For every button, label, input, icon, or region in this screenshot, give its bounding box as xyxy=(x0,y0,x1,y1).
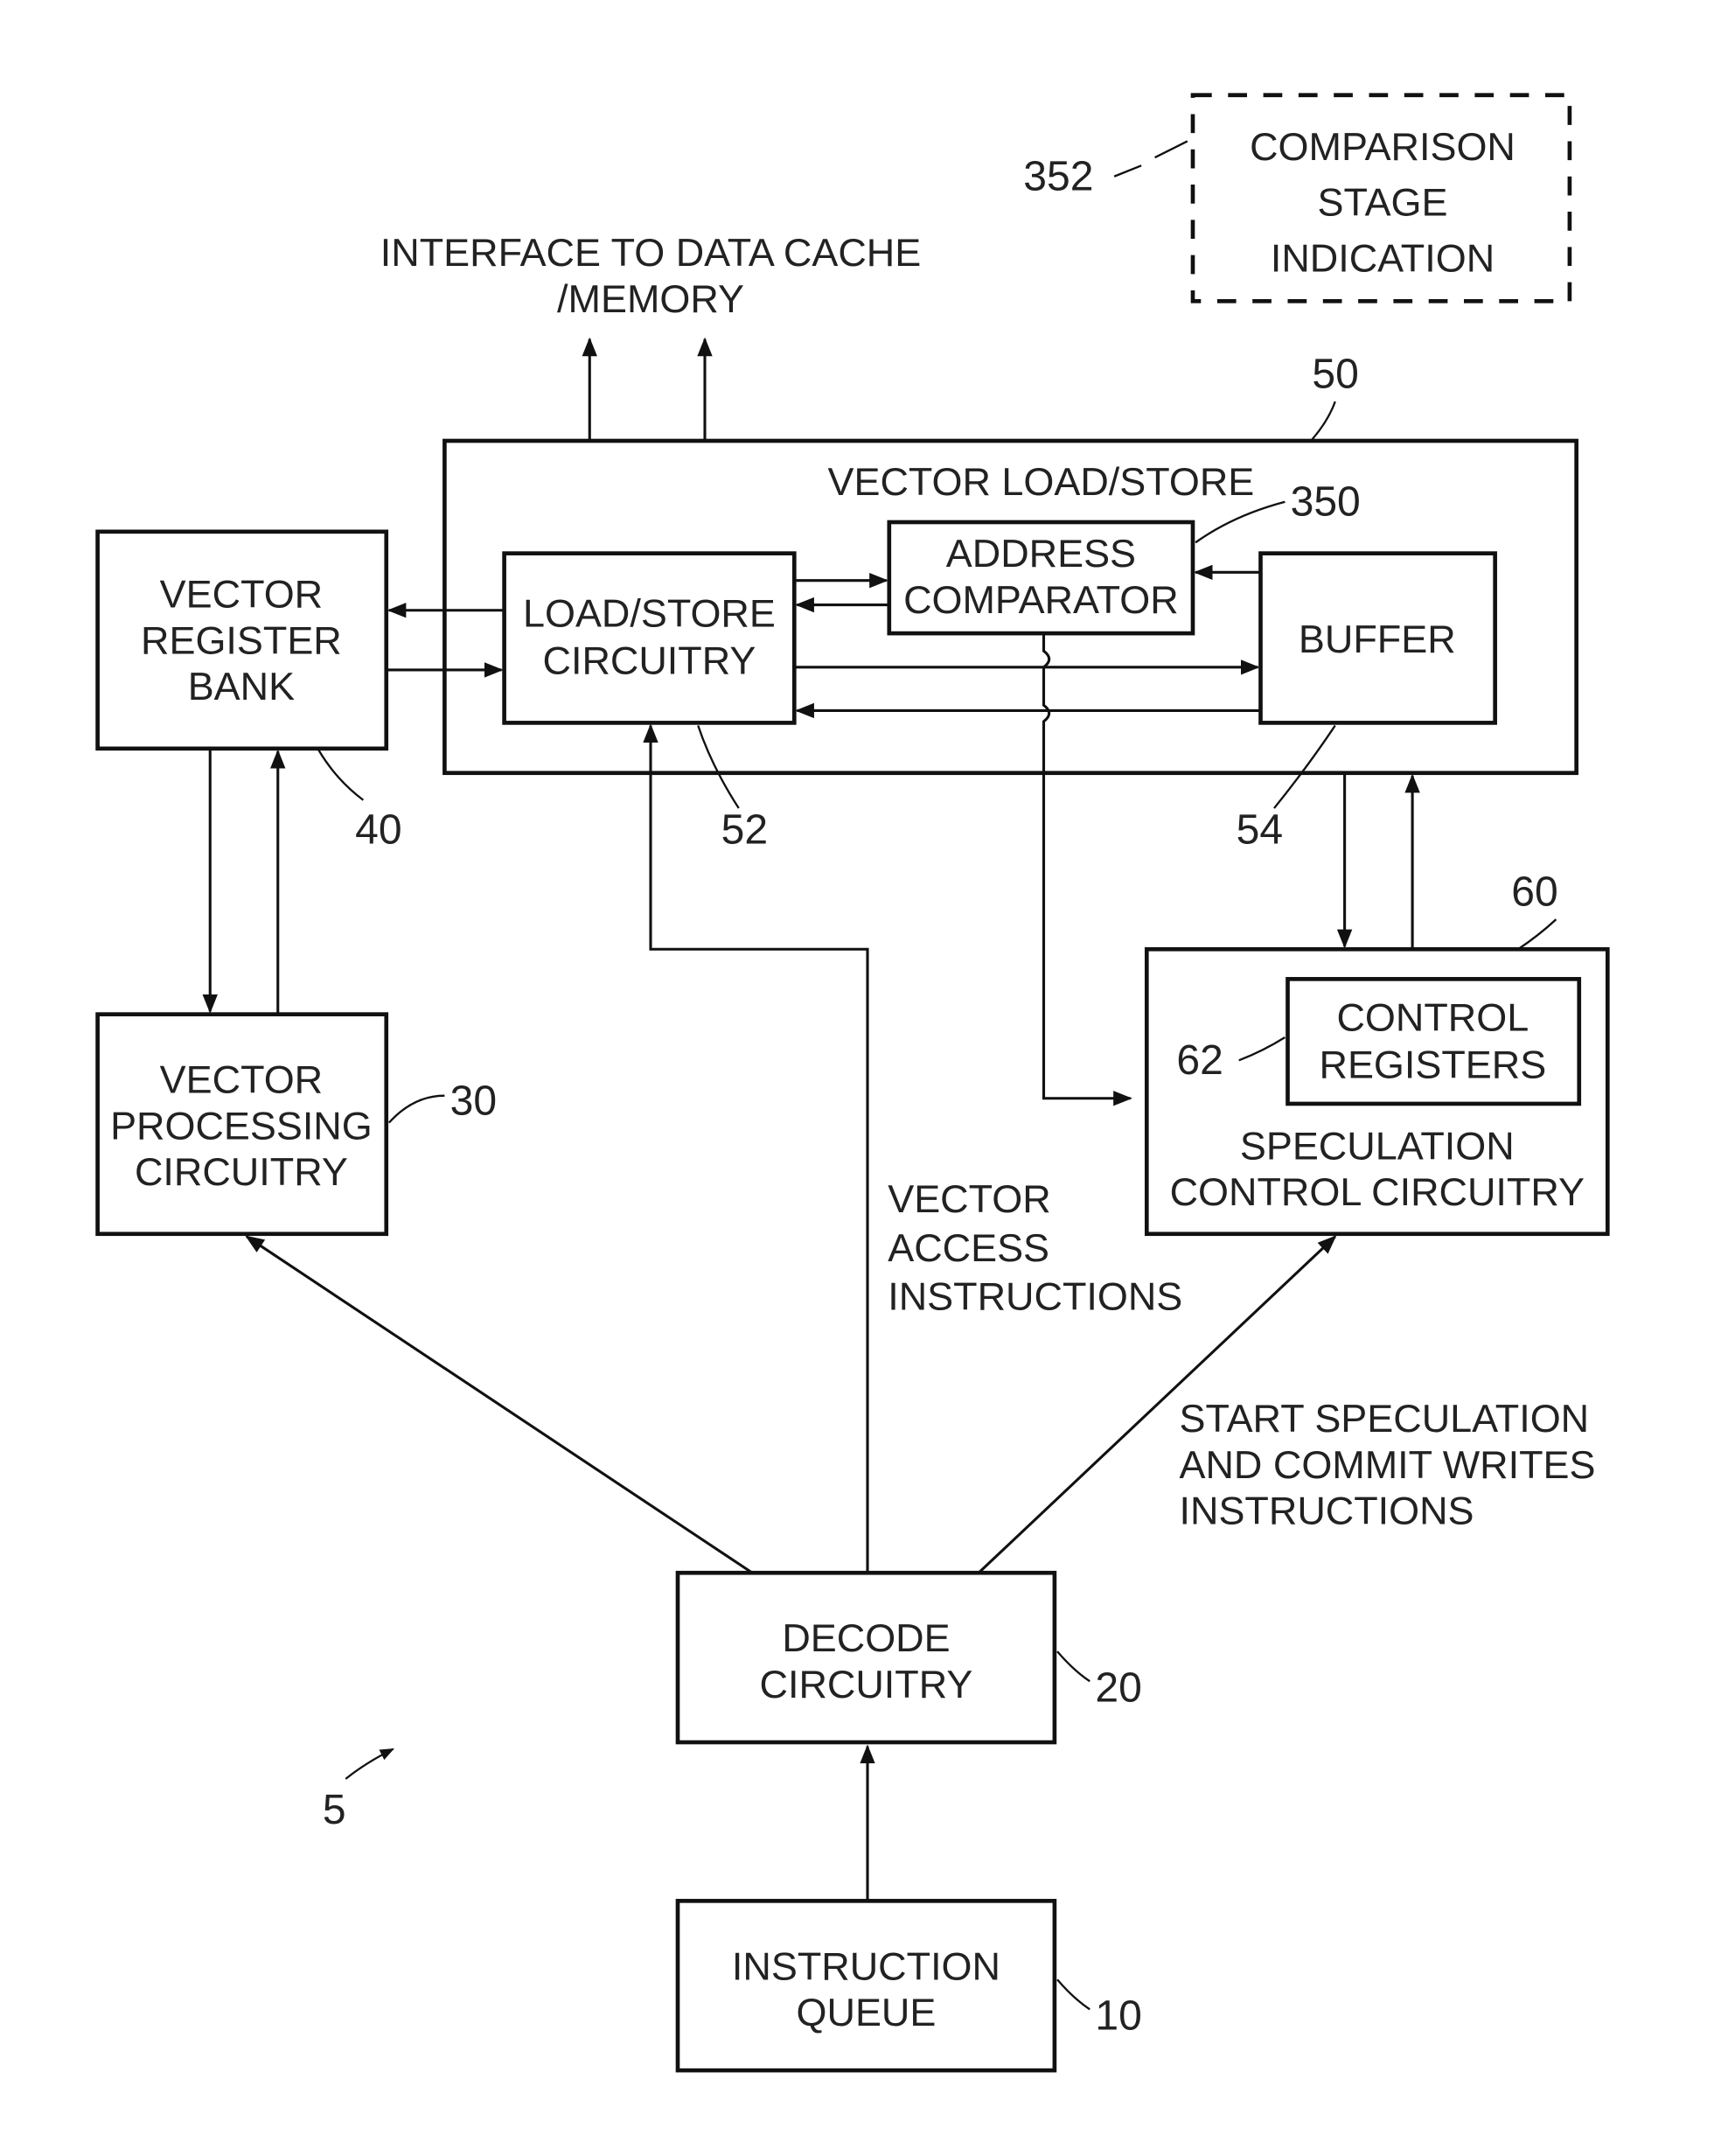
ref-54: 54 xyxy=(1237,806,1283,853)
decode-circuitry: DECODE CIRCUITRY xyxy=(675,1570,1057,1745)
speculation-control-line-1: SPECULATION xyxy=(1240,1124,1515,1169)
instruction-queue: INSTRUCTION QUEUE xyxy=(675,1899,1057,2073)
vector-processing-circuitry: VECTOR PROCESSING CIRCUITRY xyxy=(95,1012,389,1237)
vector-access-line-2: ACCESS xyxy=(888,1225,1049,1270)
ref-30-leader xyxy=(387,1094,445,1124)
interface-label-line-1: INTERFACE TO DATA CACHE xyxy=(380,230,921,275)
comparison-stage-line-1: COMPARISON xyxy=(1250,124,1516,169)
ref-40: 40 xyxy=(355,806,401,853)
interface-label-line-2: /MEMORY xyxy=(557,276,744,321)
address-comparator-line-2: COMPARATOR xyxy=(903,577,1179,622)
decode-line-1: DECODE xyxy=(782,1615,950,1660)
ref-5: 5 xyxy=(323,1787,346,1833)
vector-access-line-1: VECTOR xyxy=(888,1176,1050,1221)
comparison-stage-line-3: INDICATION xyxy=(1271,235,1495,280)
buffer-label: BUFFER xyxy=(1299,617,1456,661)
decode-line-2: CIRCUITRY xyxy=(760,1662,973,1706)
ref-52: 52 xyxy=(721,806,768,853)
start-speculation-line-2: AND COMMIT WRITES xyxy=(1180,1442,1596,1487)
vector-access-line-3: INSTRUCTIONS xyxy=(888,1274,1182,1319)
instruction-queue-line-2: QUEUE xyxy=(797,1990,937,2034)
load-store-line-2: CIRCUITRY xyxy=(543,638,756,683)
vector-load-store-title: VECTOR LOAD/STORE xyxy=(828,459,1255,504)
address-comparator-line-1: ADDRESS xyxy=(946,531,1136,576)
ref-10: 10 xyxy=(1095,1993,1141,2040)
ref-20-leader xyxy=(1056,1650,1090,1683)
buffer: BUFFER xyxy=(1258,551,1497,725)
vector-register-bank-line-3: BANK xyxy=(188,664,295,708)
ref-60: 60 xyxy=(1511,869,1557,916)
control-registers: CONTROL REGISTERS xyxy=(1286,977,1582,1106)
ref-10-leader xyxy=(1056,1978,1090,2011)
vector-processing-line-1: VECTOR xyxy=(160,1057,323,1102)
instruction-queue-line-1: INSTRUCTION xyxy=(732,1943,1000,1988)
ref-62: 62 xyxy=(1176,1037,1223,1084)
block-diagram: COMPARISON STAGE INDICATION 352 INTERFAC… xyxy=(95,93,1610,2073)
address-comparator: ADDRESS COMPARATOR xyxy=(887,520,1195,636)
ref-50-leader xyxy=(1311,401,1336,441)
vector-processing-line-2: PROCESSING xyxy=(110,1103,373,1148)
load-store-line-1: LOAD/STORE xyxy=(523,590,776,635)
ref-352-leader xyxy=(1113,140,1188,178)
load-store-circuitry: LOAD/STORE CIRCUITRY xyxy=(502,551,797,725)
ref-20: 20 xyxy=(1095,1665,1141,1712)
ref-40-leader xyxy=(317,749,365,801)
control-registers-line-2: REGISTERS xyxy=(1320,1043,1547,1087)
comparison-stage-indication: COMPARISON STAGE INDICATION xyxy=(1190,93,1572,304)
comparison-stage-line-2: STAGE xyxy=(1318,180,1448,225)
vector-register-bank: VECTOR REGISTER BANK xyxy=(95,529,389,751)
ref-5-leader xyxy=(345,1748,394,1780)
vector-processing-line-3: CIRCUITRY xyxy=(135,1149,348,1194)
ref-30: 30 xyxy=(450,1078,497,1124)
control-registers-line-1: CONTROL xyxy=(1336,994,1529,1039)
ref-350: 350 xyxy=(1291,478,1361,525)
vector-register-bank-line-2: REGISTER xyxy=(141,617,342,662)
arrow-decode-to-processing xyxy=(245,1235,754,1574)
ref-352: 352 xyxy=(1023,153,1093,199)
ref-50: 50 xyxy=(1312,352,1358,398)
ref-60-leader xyxy=(1517,918,1557,951)
vector-register-bank-line-1: VECTOR xyxy=(160,572,323,617)
start-speculation-line-1: START SPECULATION xyxy=(1180,1396,1590,1441)
start-speculation-line-3: INSTRUCTIONS xyxy=(1180,1488,1474,1532)
speculation-control-line-2: CONTROL CIRCUITRY xyxy=(1170,1169,1585,1214)
